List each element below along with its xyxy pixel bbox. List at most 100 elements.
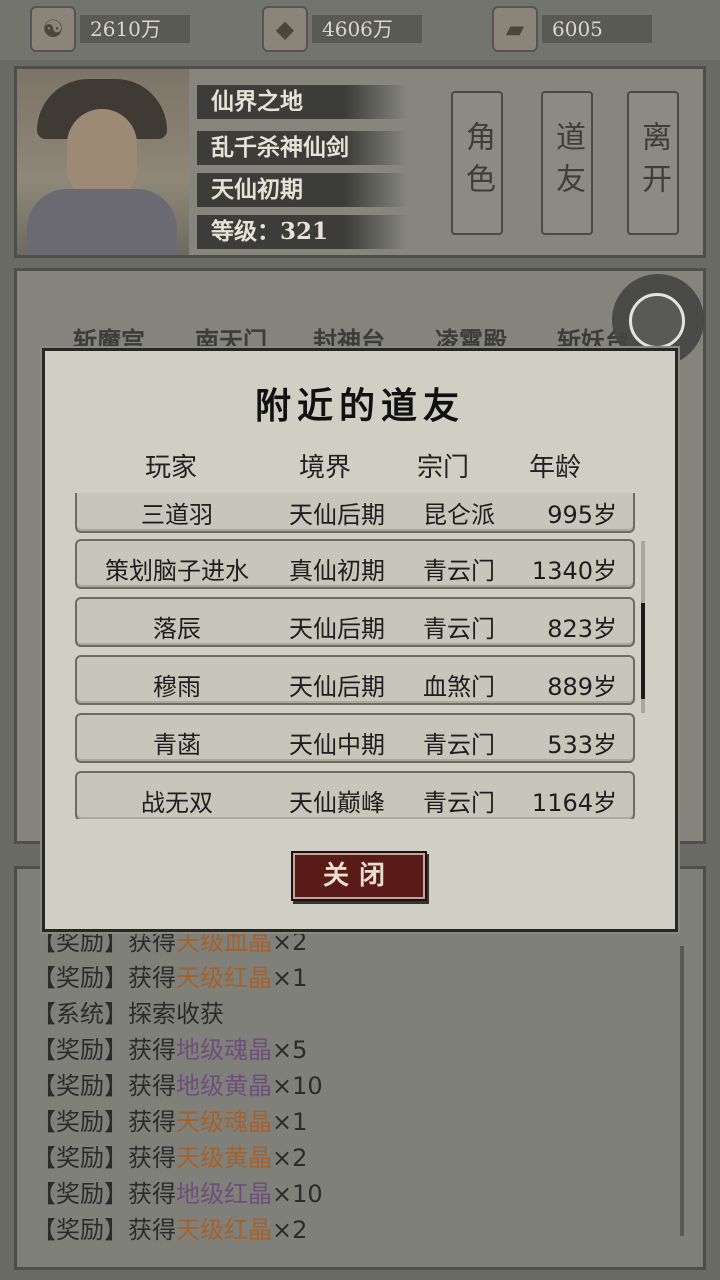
friend-age: 1164岁 xyxy=(531,789,617,817)
nearby-friends-dialog: 附近的道友 玩家 境界 宗门 年龄 三道羽 天仙后期 昆仑派 995岁 策划脑子进水 真仙… xyxy=(42,348,678,932)
log-verb: 获得 xyxy=(128,1036,176,1064)
profile-realm: 天仙初期 xyxy=(197,173,407,207)
friend-row[interactable]: 落辰 天仙后期 青云门 823岁 xyxy=(75,597,635,647)
friend-list[interactable]: 三道羽 天仙后期 昆仑派 995岁 策划脑子进水 真仙初期 青云门 1340岁 落辰 天仙后期 青云… xyxy=(75,493,637,819)
friend-row[interactable]: 三道羽 天仙后期 昆仑派 995岁 xyxy=(75,493,635,533)
column-header-player: 玩家 xyxy=(145,453,198,483)
log-verb: 获得 xyxy=(128,1144,176,1172)
gold-value: 6005 xyxy=(542,15,652,43)
log-verb: 探索收获 xyxy=(128,1000,224,1028)
friend-row[interactable]: 青菡 天仙中期 青云门 533岁 xyxy=(75,713,635,763)
log-count: ×10 xyxy=(272,1072,323,1100)
log-verb: 获得 xyxy=(128,964,176,992)
log-count: ×1 xyxy=(272,1108,308,1136)
spirit-stones-value: 4606万 xyxy=(312,15,422,43)
avatar xyxy=(17,69,189,255)
log-tag: 【奖励】 xyxy=(32,1144,128,1172)
log-tag: 【奖励】 xyxy=(32,1036,128,1064)
log-item: 地级黄晶 xyxy=(176,1072,272,1100)
friend-age: 889岁 xyxy=(547,673,617,701)
coins-value: 2610万 xyxy=(80,15,190,43)
character-button[interactable]: 角色 xyxy=(451,91,503,235)
friend-name: 战无双 xyxy=(141,789,213,817)
log-entry: 【奖励】获得地级魂晶×5 xyxy=(32,1030,307,1065)
friend-realm: 真仙初期 xyxy=(289,557,385,585)
friend-age: 995岁 xyxy=(547,501,617,529)
log-count: ×1 xyxy=(272,964,308,992)
friend-age: 1340岁 xyxy=(531,557,617,585)
log-tag: 【奖励】 xyxy=(32,1108,128,1136)
gold-ingot-icon: ▰ xyxy=(492,6,538,52)
friends-button[interactable]: 道友 xyxy=(541,91,593,235)
friend-sect: 青云门 xyxy=(423,615,495,643)
log-entry: 【奖励】获得天级红晶×1 xyxy=(32,958,307,993)
column-header-realm: 境界 xyxy=(299,453,352,483)
resource-spirit-stones: ◆ 4606万 xyxy=(262,6,422,52)
friend-age: 533岁 xyxy=(547,731,617,759)
resource-bar: ☯ 2610万 ◆ 4606万 ▰ 6005 xyxy=(0,0,720,60)
friend-age: 823岁 xyxy=(547,615,617,643)
log-scrollbar[interactable] xyxy=(680,946,684,1236)
log-count: ×5 xyxy=(272,1036,308,1064)
log-entry: 【奖励】获得地级红晶×10 xyxy=(32,1174,323,1209)
log-entry: 【奖励】获得地级黄晶×10 xyxy=(32,1066,323,1101)
log-item: 天级血晶 xyxy=(176,928,272,956)
friend-realm: 天仙后期 xyxy=(289,501,385,529)
friend-sect: 青云门 xyxy=(423,731,495,759)
dialog-title: 附近的道友 xyxy=(254,385,465,427)
log-entry: 【奖励】获得天级红晶×2 xyxy=(32,1210,307,1245)
log-entry: 【奖励】获得天级黄晶×2 xyxy=(32,1138,307,1173)
friend-realm: 天仙后期 xyxy=(289,673,385,701)
friend-name: 策划脑子进水 xyxy=(105,557,249,585)
log-tag: 【奖励】 xyxy=(32,1072,128,1100)
profile-title: 乱千杀神仙剑 xyxy=(197,131,407,165)
friend-name: 落辰 xyxy=(153,615,201,643)
log-count: ×2 xyxy=(272,1216,308,1244)
leave-button[interactable]: 离开 xyxy=(627,91,679,235)
friend-sect: 昆仑派 xyxy=(423,501,495,529)
log-item: 天级魂晶 xyxy=(176,1108,272,1136)
log-verb: 获得 xyxy=(128,928,176,956)
yin-yang-coin-icon: ☯ xyxy=(30,6,76,52)
friend-realm: 天仙巅峰 xyxy=(289,789,385,817)
column-header-age: 年龄 xyxy=(529,453,582,483)
log-count: ×2 xyxy=(272,928,308,956)
friend-row[interactable]: 穆雨 天仙后期 血煞门 889岁 xyxy=(75,655,635,705)
resource-coins: ☯ 2610万 xyxy=(30,6,190,52)
log-item: 地级魂晶 xyxy=(176,1036,272,1064)
log-tag: 【奖励】 xyxy=(32,964,128,992)
log-entry: 【系统】探索收获 xyxy=(32,994,224,1029)
friend-realm: 天仙中期 xyxy=(289,731,385,759)
log-item: 天级红晶 xyxy=(176,1216,272,1244)
spirit-stone-icon: ◆ xyxy=(262,6,308,52)
log-tag: 【奖励】 xyxy=(32,1216,128,1244)
log-count: ×2 xyxy=(272,1144,308,1172)
friend-realm: 天仙后期 xyxy=(289,615,385,643)
log-tag: 【奖励】 xyxy=(32,1180,128,1208)
log-item: 天级红晶 xyxy=(176,964,272,992)
close-button[interactable]: 关闭 xyxy=(291,851,427,901)
profile-level: 等级：321 xyxy=(197,215,407,249)
friend-sect: 青云门 xyxy=(423,789,495,817)
log-tag: 【系统】 xyxy=(32,1000,128,1028)
friend-row[interactable]: 战无双 天仙巅峰 青云门 1164岁 xyxy=(75,771,635,819)
resource-gold: ▰ 6005 xyxy=(492,6,652,52)
log-verb: 获得 xyxy=(128,1180,176,1208)
profile-panel: 仙界之地 乱千杀神仙剑 天仙初期 等级：321 角色 道友 离开 xyxy=(14,66,706,258)
log-verb: 获得 xyxy=(128,1216,176,1244)
log-entry: 【奖励】获得天级魂晶×1 xyxy=(32,1102,307,1137)
log-item: 地级红晶 xyxy=(176,1180,272,1208)
friend-name: 青菡 xyxy=(153,731,201,759)
friend-sect: 血煞门 xyxy=(423,673,495,701)
friend-name: 穆雨 xyxy=(153,673,201,701)
friend-sect: 青云门 xyxy=(423,557,495,585)
log-verb: 获得 xyxy=(128,1108,176,1136)
friend-name: 三道羽 xyxy=(141,501,213,529)
profile-location: 仙界之地 xyxy=(197,85,407,119)
list-scrollbar-thumb[interactable] xyxy=(641,603,645,699)
friend-row[interactable]: 策划脑子进水 真仙初期 青云门 1340岁 xyxy=(75,539,635,589)
log-tag: 【奖励】 xyxy=(32,928,128,956)
circle-icon xyxy=(629,293,685,349)
log-item: 天级黄晶 xyxy=(176,1144,272,1172)
log-count: ×10 xyxy=(272,1180,323,1208)
